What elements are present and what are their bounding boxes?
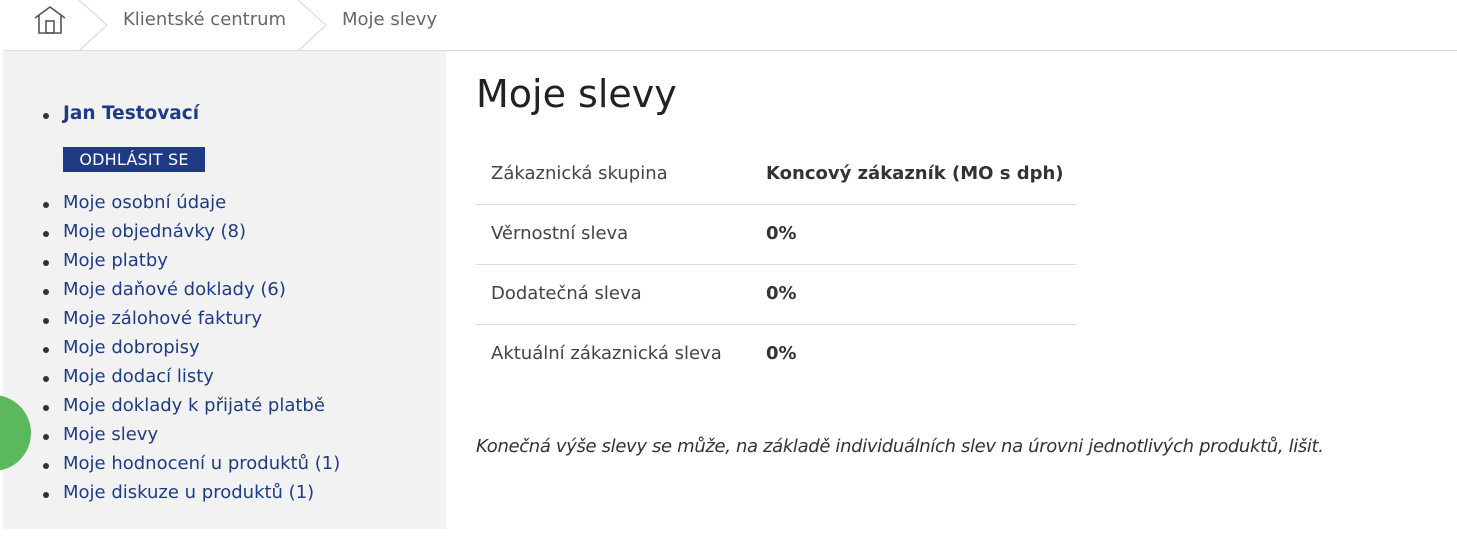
row-label: Dodatečná sleva <box>491 283 642 304</box>
list-bullet <box>43 318 49 324</box>
sidebar-item-label[interactable]: Moje doklady k přijaté platbě <box>63 395 325 416</box>
breadcrumb-client-center[interactable]: Klientské centrum <box>123 9 286 30</box>
sidebar-item-orders[interactable]: Moje objednávky (8) <box>3 221 423 250</box>
list-bullet <box>43 434 49 440</box>
table-row: Dodatečná sleva 0% <box>476 265 1076 325</box>
sidebar-item-credit-notes[interactable]: Moje dobropisy <box>3 337 423 366</box>
sidebar-item-label[interactable]: Moje osobní údaje <box>63 192 226 213</box>
row-label: Aktuální zákaznická sleva <box>491 343 722 364</box>
list-bullet <box>43 492 49 498</box>
sidebar-item-delivery-notes[interactable]: Moje dodací listy <box>3 366 423 395</box>
user-name-link[interactable]: Jan Testovací <box>63 103 199 124</box>
home-icon[interactable] <box>33 5 67 35</box>
breadcrumb-separator-icon <box>77 0 113 52</box>
sidebar-item-label[interactable]: Moje dobropisy <box>63 337 200 358</box>
row-label: Zákaznická skupina <box>491 163 668 184</box>
table-row: Věrnostní sleva 0% <box>476 205 1076 265</box>
sidebar-item-product-reviews[interactable]: Moje hodnocení u produktů (1) <box>3 453 423 482</box>
list-bullet <box>43 463 49 469</box>
row-value: 0% <box>766 283 797 304</box>
list-bullet <box>43 376 49 382</box>
sidebar-item-payment-receipts[interactable]: Moje doklady k přijaté platbě <box>3 395 423 424</box>
list-bullet <box>43 202 49 208</box>
sidebar-item-label[interactable]: Moje slevy <box>63 424 158 445</box>
table-row: Zákaznická skupina Koncový zákazník (MO … <box>476 145 1076 205</box>
sidebar-item-label[interactable]: Moje hodnocení u produktů (1) <box>63 453 340 474</box>
table-row: Aktuální zákaznická sleva 0% <box>476 325 1076 385</box>
sidebar-item-discounts[interactable]: Moje slevy <box>3 424 423 453</box>
sidebar-item-advance-invoices[interactable]: Moje zálohové faktury <box>3 308 423 337</box>
discount-table: Zákaznická skupina Koncový zákazník (MO … <box>476 145 1076 385</box>
row-value: 0% <box>766 343 797 364</box>
row-label: Věrnostní sleva <box>491 223 629 244</box>
list-bullet <box>43 289 49 295</box>
sidebar-item-label[interactable]: Moje diskuze u produktů (1) <box>63 482 314 503</box>
logout-button[interactable]: ODHLÁSIT SE <box>63 147 205 172</box>
account-sidebar: Jan Testovací ODHLÁSIT SE Moje osobní úd… <box>3 51 446 529</box>
page-title: Moje slevy <box>476 72 677 116</box>
list-bullet <box>43 405 49 411</box>
sidebar-item-label[interactable]: Moje objednávky (8) <box>63 221 246 242</box>
sidebar-item-tax-documents[interactable]: Moje daňové doklady (6) <box>3 279 423 308</box>
breadcrumb: Klientské centrum Moje slevy <box>3 0 1457 52</box>
row-value: Koncový zákazník (MO s dph) <box>766 163 1064 184</box>
list-bullet <box>43 347 49 353</box>
list-bullet <box>43 231 49 237</box>
list-bullet <box>43 113 49 119</box>
breadcrumb-current-page: Moje slevy <box>342 9 438 30</box>
row-value: 0% <box>766 223 797 244</box>
sidebar-item-label[interactable]: Moje daňové doklady (6) <box>63 279 286 300</box>
list-bullet <box>43 260 49 266</box>
discount-note: Konečná výše slevy se může, na základě i… <box>476 436 1324 457</box>
sidebar-item-product-discussions[interactable]: Moje diskuze u produktů (1) <box>3 482 423 511</box>
sidebar-item-label[interactable]: Moje dodací listy <box>63 366 214 387</box>
breadcrumb-separator-icon <box>296 0 332 52</box>
sidebar-item-personal-data[interactable]: Moje osobní údaje <box>3 192 423 221</box>
sidebar-item-label[interactable]: Moje platby <box>63 250 168 271</box>
sidebar-item-payments[interactable]: Moje platby <box>3 250 423 279</box>
sidebar-item-label[interactable]: Moje zálohové faktury <box>63 308 262 329</box>
